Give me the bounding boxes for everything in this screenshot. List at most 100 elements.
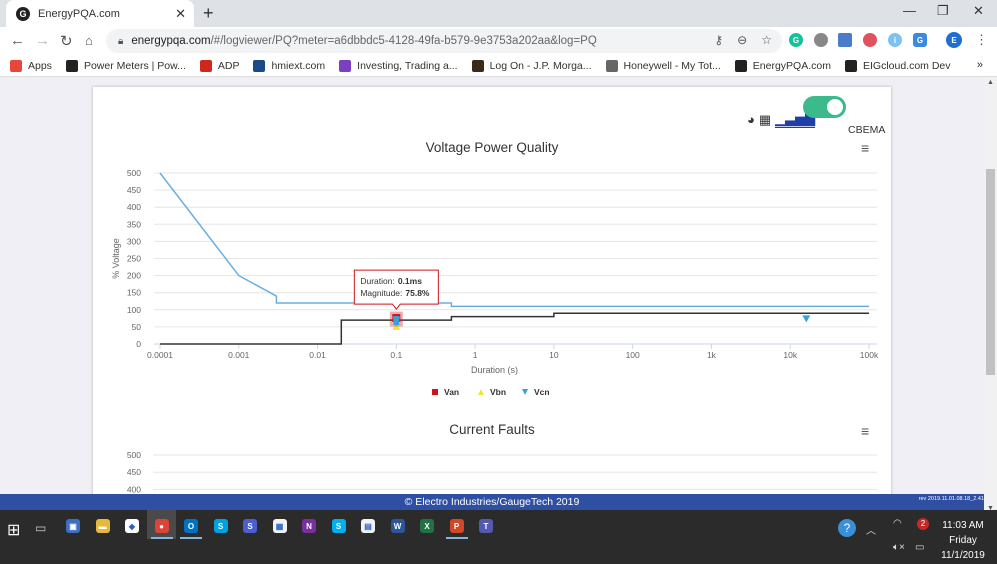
legend-vcn-label[interactable]: Vcn	[534, 387, 550, 397]
zoom-icon[interactable]: ⊖	[737, 33, 747, 47]
snagit-taskbar-icon[interactable]: S	[243, 519, 257, 533]
x-tick-label: 0.01	[309, 350, 326, 360]
skype-taskbar-icon[interactable]: S	[331, 519, 346, 533]
grid-view-icon[interactable]: ▦	[759, 112, 771, 128]
extension-info-icon[interactable]: i	[888, 33, 902, 47]
cbema-toggle[interactable]	[803, 96, 846, 118]
battery-icon[interactable]: ▭	[915, 542, 924, 553]
profile-avatar[interactable]: E	[946, 32, 962, 48]
wifi-icon[interactable]: ◠	[893, 518, 902, 529]
bookmark-item[interactable]: Power Meters | Pow...	[65, 59, 186, 72]
excel-taskbar-icon[interactable]: X	[420, 519, 434, 533]
scroll-up-arrow-icon[interactable]: ▲	[987, 79, 994, 86]
menu-kebab-icon[interactable]: ⋮	[975, 32, 988, 48]
power-quality-card: ◕ ▦ ▁▃▅▇ CBEMA Voltage Power Quality ≡ 0…	[93, 87, 891, 494]
minimize-button[interactable]: —	[903, 3, 916, 18]
page-scrollbar[interactable]: ▲ ▼	[984, 77, 997, 515]
bookmark-star-icon[interactable]: ☆	[761, 33, 772, 47]
legend-vbn-label[interactable]: Vbn	[490, 387, 506, 397]
bookmark-item[interactable]: Honeywell - My Tot...	[605, 59, 721, 72]
y-tick-label: 400	[127, 484, 141, 494]
task-view-icon[interactable]: ▭	[35, 521, 46, 535]
bookmark-item[interactable]: hmiext.com	[253, 59, 325, 72]
eig-logo-icon	[844, 59, 857, 72]
x-tick-label: 0.001	[228, 350, 250, 360]
new-tab-button[interactable]: +	[203, 3, 214, 24]
copyright-text: © Electro Industries/GaugeTech 2019	[404, 496, 580, 508]
tooltip-duration-line: Duration: 0.1ms	[360, 276, 422, 286]
legend-van-marker[interactable]	[432, 389, 438, 395]
notification-badge[interactable]: 2	[917, 518, 929, 530]
back-button[interactable]: ←	[10, 32, 25, 49]
y-tick-label: 350	[127, 219, 141, 229]
key-icon[interactable]: ⚷	[714, 33, 723, 47]
bookmark-item[interactable]: Investing, Trading a...	[339, 59, 458, 72]
cbema-lower-curve	[160, 312, 869, 345]
close-window-button[interactable]: ✕	[973, 3, 984, 19]
volume-muted-icon[interactable]: 🔈︎×	[893, 542, 905, 553]
hmiext-icon	[253, 59, 266, 72]
dropbox-taskbar-icon[interactable]: ◆	[125, 519, 139, 533]
legend-vcn-marker[interactable]	[522, 389, 528, 395]
show-hidden-icons-chevron-icon[interactable]: ︿	[866, 522, 876, 537]
skype-business-taskbar-icon[interactable]: S	[213, 519, 228, 533]
legend-van-label[interactable]: Van	[444, 387, 459, 397]
lock-icon: 🔒︎	[118, 35, 124, 47]
tooltip-magnitude-label: Magnitude:	[360, 288, 402, 298]
store-taskbar-icon[interactable]: ▤	[361, 519, 375, 533]
teams-taskbar-icon[interactable]: T	[479, 519, 493, 533]
gauge-view-icon[interactable]: ◕	[747, 112, 755, 127]
eig-logo-icon	[734, 59, 747, 72]
current-faults-menu-icon[interactable]: ≡	[861, 423, 869, 439]
file-explorer-taskbar-icon[interactable]: ▬	[95, 519, 110, 533]
tooltip-duration-value: 0.1ms	[398, 276, 422, 286]
chrome-taskbar-icon[interactable]: ●	[154, 519, 169, 533]
running-indicator	[180, 537, 202, 539]
powerpoint-taskbar-icon[interactable]: P	[449, 519, 464, 533]
legend-vbn-marker[interactable]	[478, 389, 484, 395]
bookmark-item[interactable]: ADP	[199, 59, 240, 72]
bookmark-item[interactable]: EnergyPQA.com	[734, 59, 831, 72]
running-indicator	[150, 537, 173, 539]
grammarly-extension-icon[interactable]: G	[789, 33, 803, 47]
clock-day: Friday	[949, 535, 977, 546]
extension-person-icon[interactable]	[838, 33, 852, 47]
bookmarks-bar: Apps Power Meters | Pow... ADP hmiext.com In…	[0, 55, 997, 77]
bookmarks-overflow-button[interactable]: »	[977, 59, 983, 71]
x-tick-label: 1k	[707, 350, 717, 360]
forward-button[interactable]: →	[35, 32, 50, 49]
bookmark-label: Power Meters | Pow...	[83, 59, 186, 72]
help-notification-icon[interactable]: ?	[838, 519, 856, 537]
x-tick-label: 1	[473, 350, 478, 360]
word-taskbar-icon[interactable]: W	[390, 519, 405, 533]
onenote-taskbar-icon[interactable]: N	[302, 519, 316, 533]
bookmark-item[interactable]: Log On - J.P. Morga...	[471, 59, 592, 72]
home-button[interactable]: ⌂	[85, 33, 93, 48]
calendar-app-taskbar-icon[interactable]: ▦	[272, 519, 287, 533]
restore-button[interactable]: ❐	[937, 3, 949, 19]
system-clock[interactable]: 11:03 AM Friday 11/1/2019	[930, 518, 996, 563]
bookmark-label: ADP	[217, 59, 240, 72]
x-tick-label: 100k	[860, 350, 879, 360]
current-faults-title: Current Faults	[449, 422, 535, 437]
y-tick-label: 250	[127, 254, 141, 264]
revision-text: rev 2019.11.01.08.18_2.41	[918, 496, 984, 502]
extension-lastpass-icon[interactable]	[863, 33, 877, 47]
voltage-power-quality-chart: 0 50 100 150 200 250 300 350 400 450 500 0.0001 0.00…	[111, 168, 879, 397]
bookmark-label: EIGcloud.com Dev	[862, 59, 951, 72]
address-bar[interactable]: 🔒︎ energypqa.com/#/logviewer/PQ?meter=a6…	[106, 29, 782, 53]
windows-start-icon[interactable]: ⊞	[7, 520, 20, 540]
browser-tab[interactable]: G EnergyPQA.com ✕	[6, 0, 194, 27]
reload-button[interactable]: ↻	[60, 32, 73, 50]
outlook-taskbar-icon[interactable]: O	[184, 519, 198, 533]
toggle-knob	[827, 99, 843, 115]
scrollbar-thumb[interactable]	[986, 169, 995, 375]
extension-circle-icon[interactable]	[814, 33, 828, 47]
network-computer-taskbar-icon[interactable]: ▣	[66, 519, 80, 533]
cbema-upper-curve	[159, 172, 869, 308]
close-tab-icon[interactable]: ✕	[175, 6, 186, 22]
bookmark-item[interactable]: Apps	[10, 59, 52, 72]
voltage-chart-menu-icon[interactable]: ≡	[861, 140, 869, 156]
extension-g-icon[interactable]: G	[913, 33, 927, 47]
bookmark-item[interactable]: EIGcloud.com Dev	[844, 59, 951, 72]
